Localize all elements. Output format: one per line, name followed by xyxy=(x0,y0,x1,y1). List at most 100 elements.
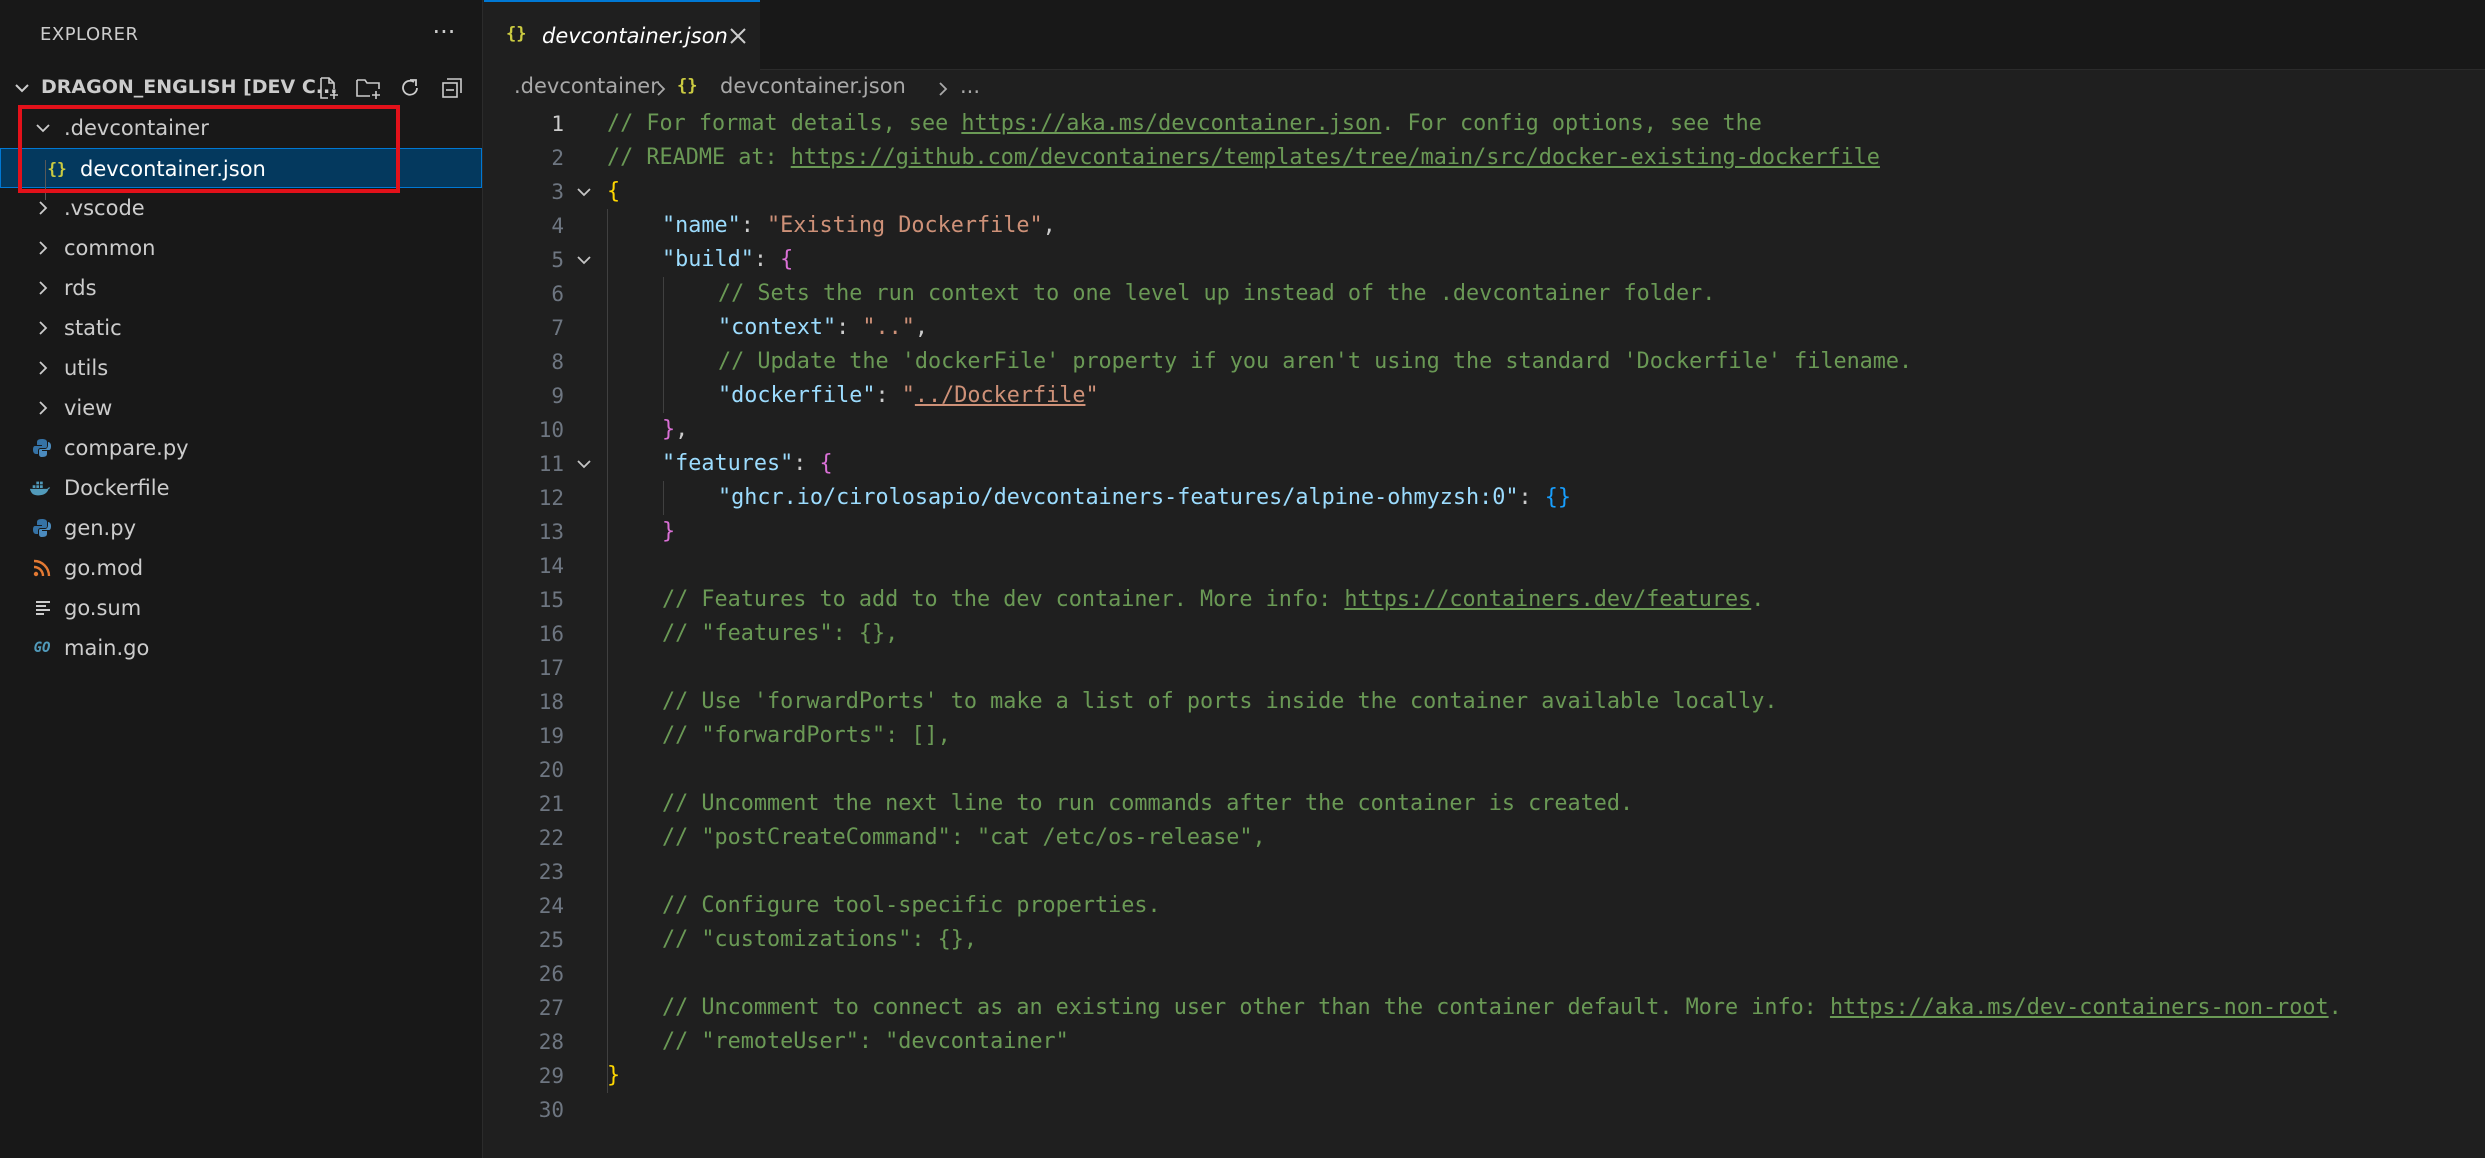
tab-devcontainer-json[interactable]: {} devcontainer.json xyxy=(484,0,760,70)
tree-file-devcontainer-json[interactable]: {} devcontainer.json xyxy=(0,148,482,188)
tree-file-main-go[interactable]: GO main.go xyxy=(0,628,482,668)
code-link[interactable]: https://containers.dev/features xyxy=(1344,587,1751,612)
line-number: 20 xyxy=(538,758,564,782)
code-line-6: // Sets the run context to one level up … xyxy=(718,281,1716,306)
collapse-all-icon[interactable] xyxy=(436,72,468,104)
line-number: 15 xyxy=(538,588,564,612)
json-key: "context" xyxy=(718,315,837,340)
tree-folder-devcontainer[interactable]: .devcontainer xyxy=(0,108,482,148)
fold-chevron-icon[interactable] xyxy=(574,454,594,474)
fold-chevron-icon[interactable] xyxy=(574,250,594,270)
tree-folder-vscode[interactable]: .vscode xyxy=(0,188,482,228)
chevron-right-icon xyxy=(39,361,48,375)
code-line-2: // README at: https://github.com/devcont… xyxy=(607,141,1880,175)
tree-item-label: Dockerfile xyxy=(64,476,170,500)
tree-file-compare-py[interactable]: compare.py xyxy=(0,428,482,468)
code-line-13: } xyxy=(607,515,675,549)
code-line-8: // Update the 'dockerFile' property if y… xyxy=(718,349,1913,374)
code-line-1: // For format details, see https://aka.m… xyxy=(607,107,1762,141)
code-link[interactable]: ../Dockerfile xyxy=(915,383,1086,408)
tree-file-gen-py[interactable]: gen.py xyxy=(0,508,482,548)
line-number: 19 xyxy=(538,724,564,748)
line-number: 13 xyxy=(538,520,564,544)
tree-folder-common[interactable]: common xyxy=(0,228,482,268)
chevron-down-icon xyxy=(15,84,29,93)
chevron-right-icon xyxy=(39,281,48,295)
json-punct: , xyxy=(914,315,928,340)
json-key: "features" xyxy=(662,451,794,476)
ellipsis-icon[interactable]: ··· xyxy=(426,14,462,50)
json-punct: , xyxy=(675,417,689,442)
code-link[interactable]: https://aka.ms/devcontainer.json xyxy=(961,111,1381,136)
line-number: 10 xyxy=(538,418,564,442)
tree-item-label: compare.py xyxy=(64,436,189,460)
chevron-right-icon xyxy=(39,201,48,215)
code-link[interactable]: https://aka.ms/dev-containers-non-root xyxy=(1830,995,2329,1020)
close-icon[interactable] xyxy=(726,24,750,48)
code-line-5: "build": { xyxy=(607,243,793,277)
json-string-quote: " xyxy=(901,383,915,408)
tab-bar: {} devcontainer.json xyxy=(484,0,2485,70)
tree-file-go-mod[interactable]: go.mod xyxy=(0,548,482,588)
fold-chevron-icon[interactable] xyxy=(574,182,594,202)
line-number: 22 xyxy=(538,826,564,850)
json-punct: : xyxy=(875,383,902,408)
tree-item-label: utils xyxy=(64,356,109,380)
json-punct: : xyxy=(740,213,767,238)
rss-file-icon xyxy=(33,559,51,577)
tree-item-label: go.mod xyxy=(64,556,144,580)
code-line-9: "dockerfile": "../Dockerfile" xyxy=(607,379,1099,413)
tree-folder-view[interactable]: view xyxy=(0,388,482,428)
line-number: 14 xyxy=(538,554,564,578)
line-number: 23 xyxy=(538,860,564,884)
code-line-28: // "remoteUser": "devcontainer" xyxy=(662,1029,1069,1054)
code-link[interactable]: https://github.com/devcontainers/templat… xyxy=(791,145,1880,170)
chevron-right-icon xyxy=(39,241,48,255)
breadcrumb-folder[interactable]: .devcontainer xyxy=(514,74,659,98)
new-file-icon[interactable] xyxy=(312,72,344,104)
json-file-icon: {} xyxy=(677,76,698,96)
line-number: 11 xyxy=(538,452,564,476)
chevron-right-icon xyxy=(657,82,666,96)
code-line-19: // "forwardPorts": [], xyxy=(662,723,951,748)
line-number: 9 xyxy=(551,384,564,408)
indent-guide xyxy=(45,160,46,200)
code-line-4: "name": "Existing Dockerfile", xyxy=(607,209,1056,243)
code-comment: // Uncomment to connect as an existing u… xyxy=(662,995,1830,1020)
tree-item-label: devcontainer.json xyxy=(80,157,266,181)
new-folder-icon[interactable] xyxy=(352,72,384,104)
line-number: 6 xyxy=(551,282,564,306)
tree-folder-static[interactable]: static xyxy=(0,308,482,348)
tree-file-dockerfile[interactable]: Dockerfile xyxy=(0,468,482,508)
json-punct: : xyxy=(793,451,820,476)
tree-folder-utils[interactable]: utils xyxy=(0,348,482,388)
chevron-right-icon xyxy=(39,401,48,415)
tree-file-go-sum[interactable]: go.sum xyxy=(0,588,482,628)
json-brace: } xyxy=(662,417,676,442)
json-string: ".." xyxy=(862,315,915,340)
json-key: "build" xyxy=(662,247,754,272)
breadcrumb-symbols[interactable]: ... xyxy=(960,74,980,98)
code-line-24: // Configure tool-specific properties. xyxy=(662,893,1161,918)
json-brace: { xyxy=(819,451,833,476)
tab-label: devcontainer.json xyxy=(542,24,728,48)
workspace-root[interactable]: DRAGON_ENGLISH [DEV C... xyxy=(0,70,482,106)
code-line-7: "context": "..", xyxy=(607,311,928,345)
tree-item-label: rds xyxy=(64,276,97,300)
line-number: 2 xyxy=(551,146,564,170)
code-editor[interactable]: 1 2 3 4 5 6 7 8 9 10 11 12 13 14 15 16 1… xyxy=(484,107,2485,1158)
tree-folder-rds[interactable]: rds xyxy=(0,268,482,308)
tree-item-label: .vscode xyxy=(64,196,145,220)
code-line-22: // "postCreateCommand": "cat /etc/os-rel… xyxy=(662,825,1266,850)
json-punct: : xyxy=(836,315,863,340)
code-line-12: "ghcr.io/cirolosapio/devcontainers-featu… xyxy=(607,481,1571,515)
breadcrumb-file[interactable]: devcontainer.json xyxy=(720,74,906,98)
python-file-icon xyxy=(33,439,51,457)
code-line-18: // Use 'forwardPorts' to make a list of … xyxy=(662,689,1778,714)
tree-item-label: .devcontainer xyxy=(64,116,209,140)
json-brace: { xyxy=(780,247,794,272)
text-lines-icon xyxy=(36,601,50,615)
refresh-icon[interactable] xyxy=(394,72,426,104)
line-number: 17 xyxy=(538,656,564,680)
json-key: "ghcr.io/cirolosapio/devcontainers-featu… xyxy=(718,485,1519,510)
